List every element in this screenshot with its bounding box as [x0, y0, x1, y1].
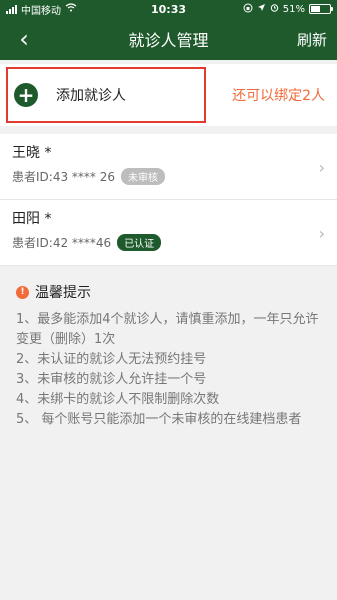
chevron-right-icon: › [318, 224, 325, 243]
location-icon [257, 3, 266, 15]
add-patient-button[interactable]: + 添加就诊人 [6, 67, 206, 123]
patient-item[interactable]: 王晓 * 患者ID:43 **** 26 未审核 › [0, 134, 337, 200]
patient-id: 患者ID:43 **** 26 [12, 170, 115, 184]
chevron-right-icon: › [318, 158, 325, 177]
rotation-lock-icon [243, 3, 253, 16]
battery-icon [309, 4, 333, 14]
page-title: 就诊人管理 [128, 31, 209, 50]
carrier-label: 中国移动 [21, 5, 61, 17]
patient-list: 王晓 * 患者ID:43 **** 26 未审核 › 田阳 * 患者ID:42 … [0, 134, 337, 266]
tip-item: 5、 每个账号只能添加一个未审核的在线建档患者 [16, 412, 302, 427]
patient-name: 田阳 * [12, 211, 52, 227]
back-chevron-icon[interactable]: ‹ [10, 25, 38, 53]
tip-item: 1、最多能添加4个就诊人，请慎重添加，一年只允许变更（删除）1次 [16, 312, 319, 347]
tip-item: 4、未绑卡的就诊人不限制删除次数 [16, 392, 220, 407]
add-patient-label: 添加就诊人 [56, 88, 126, 104]
patient-item[interactable]: 田阳 * 患者ID:42 ****46 已认证 › [0, 200, 337, 266]
refresh-button[interactable]: 刷新 [297, 29, 327, 50]
top-bar: 中国移动 10:33 51% ‹ 就诊人管理 刷新 [0, 0, 337, 60]
tips-list: 1、最多能添加4个就诊人，请慎重添加，一年只允许变更（删除）1次 2、未认证的就… [16, 310, 321, 430]
info-icon: ! [16, 285, 29, 299]
tip-item: 3、未审核的就诊人允许挂一个号 [16, 372, 207, 387]
patient-name: 王晓 * [12, 145, 52, 161]
tips-section: ! 温馨提示 1、最多能添加4个就诊人，请慎重添加，一年只允许变更（删除）1次 … [0, 282, 337, 430]
alarm-icon [270, 3, 279, 15]
signal-icon [6, 4, 17, 14]
status-badge: 已认证 [117, 234, 162, 251]
tips-title: 温馨提示 [35, 285, 91, 301]
patient-id: 患者ID:42 ****46 [12, 236, 112, 250]
remaining-bind-count: 还可以绑定2人 [232, 88, 325, 104]
add-patient-row: + 添加就诊人 还可以绑定2人 [0, 64, 337, 126]
tip-item: 2、未认证的就诊人无法预约挂号 [16, 352, 207, 367]
wifi-icon [65, 3, 77, 15]
nav-bar: ‹ 就诊人管理 刷新 [0, 18, 337, 60]
plus-icon: + [14, 83, 38, 107]
status-bar: 中国移动 10:33 51% [0, 0, 337, 18]
battery-percent: 51% [282, 3, 305, 15]
status-badge: 未审核 [121, 168, 165, 185]
